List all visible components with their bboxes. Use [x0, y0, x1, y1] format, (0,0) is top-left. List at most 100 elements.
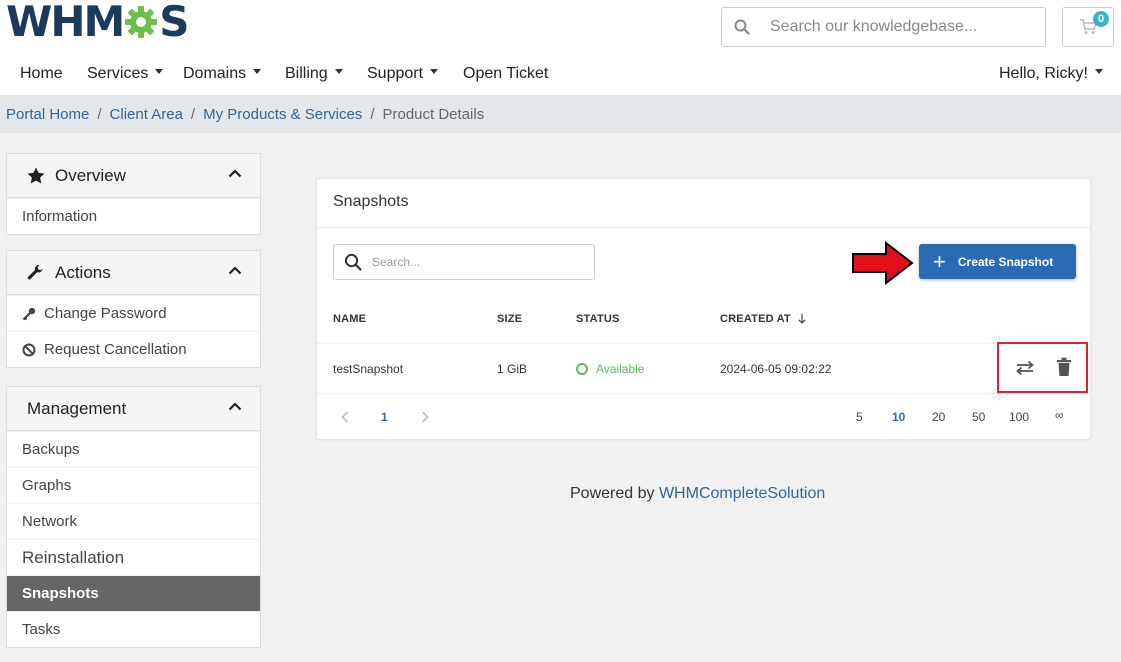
breadcrumb: Portal Home / Client Area / My Products … [0, 95, 1121, 133]
snapshot-status: Available [576, 362, 644, 376]
sidebar-item-label: Change Password [44, 305, 167, 322]
sidebar-management-title: Management [27, 398, 127, 418]
logo-text-right: S [159, 0, 189, 46]
sidebar-actions-title: Actions [55, 262, 111, 282]
page-size-50[interactable]: 50 [972, 410, 985, 424]
sidebar-item-request-cancellation[interactable]: Request Cancellation [7, 331, 260, 367]
sidebar-management-header[interactable]: Management [7, 387, 260, 431]
nav-domains-label: Domains [183, 65, 247, 82]
nav-support-label: Support [367, 65, 424, 82]
header: WHM S 0 Home Services [0, 0, 1121, 95]
snapshot-status-label: Available [596, 362, 645, 376]
sidebar-overview-panel: Overview Information [6, 153, 261, 235]
logo-text-left: WHM [6, 0, 125, 46]
breadcrumb-separator: / [97, 105, 102, 123]
sidebar-actions-header[interactable]: Actions [7, 251, 260, 295]
caret-down-icon [334, 69, 343, 75]
table-divider [317, 343, 1090, 344]
nav-user-label: Hello, Ricky! [999, 65, 1088, 82]
sidebar-overview-header[interactable]: Overview [7, 154, 260, 198]
footer-link[interactable]: WHMCompleteSolution [659, 485, 825, 502]
sidebar-item-information[interactable]: Information [7, 198, 260, 234]
column-header-created-at-label: CREATED AT [720, 313, 791, 325]
wrench-icon [27, 264, 47, 281]
page-size-all[interactable]: ∞ [1055, 408, 1064, 422]
key-icon [22, 307, 40, 321]
nav-billing[interactable]: Billing [285, 65, 343, 83]
sidebar-item-change-password[interactable]: Change Password [7, 295, 260, 331]
breadcrumb-separator: / [370, 105, 375, 123]
column-header-created-at[interactable]: CREATED AT [720, 313, 806, 325]
nav-services[interactable]: Services [87, 65, 164, 83]
sort-down-arrow-icon [798, 313, 806, 324]
restore-swap-icon[interactable] [1015, 360, 1035, 376]
caret-down-icon [253, 69, 262, 75]
pagination-prev-icon[interactable] [341, 411, 349, 423]
pagination-page-1[interactable]: 1 [381, 410, 388, 424]
nav-open-ticket[interactable]: Open Ticket [463, 65, 548, 83]
create-snapshot-button[interactable]: + Create Snapshot [919, 244, 1076, 279]
sidebar-item-snapshots[interactable]: Snapshots [7, 575, 260, 611]
breadcrumb-portal-home[interactable]: Portal Home [6, 106, 89, 123]
breadcrumb-current: Product Details [382, 105, 485, 123]
nav-billing-label: Billing [285, 65, 328, 82]
snapshot-created-at: 2024-06-05 09:02:22 [720, 362, 832, 376]
chevron-up-icon [228, 402, 242, 411]
caret-down-icon [155, 69, 164, 75]
nav-home[interactable]: Home [20, 65, 63, 83]
knowledgebase-search[interactable] [721, 7, 1046, 47]
nav-domains[interactable]: Domains [183, 65, 262, 83]
sidebar-item-backups[interactable]: Backups [7, 431, 260, 467]
snapshot-size: 1 GiB [497, 362, 528, 376]
red-arrow-right-icon [852, 241, 914, 285]
main-nav: Home Services Domains Billing Support Op… [0, 63, 1121, 89]
page-size-100[interactable]: 100 [1009, 410, 1029, 424]
page-size-10[interactable]: 10 [892, 410, 905, 424]
pagination-next-icon[interactable] [421, 411, 429, 423]
card-divider [317, 227, 1090, 228]
snapshots-title: Snapshots [333, 193, 409, 210]
snapshots-search[interactable] [333, 244, 595, 280]
row-actions-highlight [997, 342, 1088, 393]
snapshots-search-input[interactable] [372, 255, 594, 269]
page-size-20[interactable]: 20 [932, 410, 945, 424]
footer-prefix: Powered by [570, 485, 655, 502]
status-circle-icon [576, 363, 588, 375]
breadcrumb-separator: / [190, 105, 196, 123]
nav-user-menu[interactable]: Hello, Ricky! [999, 65, 1103, 83]
sidebar-item-reinstallation[interactable]: Reinstallation [7, 539, 260, 575]
sidebar-overview-title: Overview [55, 165, 126, 185]
search-icon [722, 19, 762, 35]
cart-button[interactable]: 0 [1062, 7, 1114, 47]
ban-icon [22, 343, 40, 357]
trash-icon[interactable] [1056, 357, 1072, 377]
cart-count-badge: 0 [1093, 11, 1109, 27]
create-snapshot-label: Create Snapshot [957, 254, 1054, 269]
gear-logo-icon [125, 6, 158, 38]
nav-support[interactable]: Support [367, 65, 439, 83]
whmcs-logo[interactable]: WHM S [6, 0, 190, 46]
column-header-name[interactable]: NAME [333, 313, 366, 325]
caret-down-icon [430, 69, 439, 75]
sidebar-item-label: Request Cancellation [44, 341, 187, 358]
knowledgebase-search-input[interactable] [770, 18, 1045, 36]
column-header-status[interactable]: STATUS [576, 313, 620, 325]
nav-services-label: Services [87, 65, 149, 82]
table-divider [317, 393, 1090, 394]
footer: Powered by WHMCompleteSolution [570, 485, 825, 503]
snapshot-name: testSnapshot [333, 362, 404, 376]
sidebar-item-tasks[interactable]: Tasks [7, 611, 260, 647]
search-icon [344, 253, 362, 271]
breadcrumb-my-products[interactable]: My Products & Services [203, 106, 362, 123]
chevron-up-icon [228, 266, 242, 275]
chevron-up-icon [228, 169, 242, 178]
sidebar-management-panel: Management Backups Graphs Network Reinst… [6, 386, 261, 648]
caret-down-icon [1094, 69, 1103, 75]
page-size-5[interactable]: 5 [856, 410, 863, 424]
sidebar-item-network[interactable]: Network [7, 503, 260, 539]
breadcrumb-client-area[interactable]: Client Area [110, 106, 183, 123]
star-icon [27, 167, 47, 184]
column-header-size[interactable]: SIZE [497, 313, 522, 325]
snapshots-card: Snapshots + Create Snapshot NAME SIZE ST… [316, 178, 1091, 440]
sidebar-item-graphs[interactable]: Graphs [7, 467, 260, 503]
